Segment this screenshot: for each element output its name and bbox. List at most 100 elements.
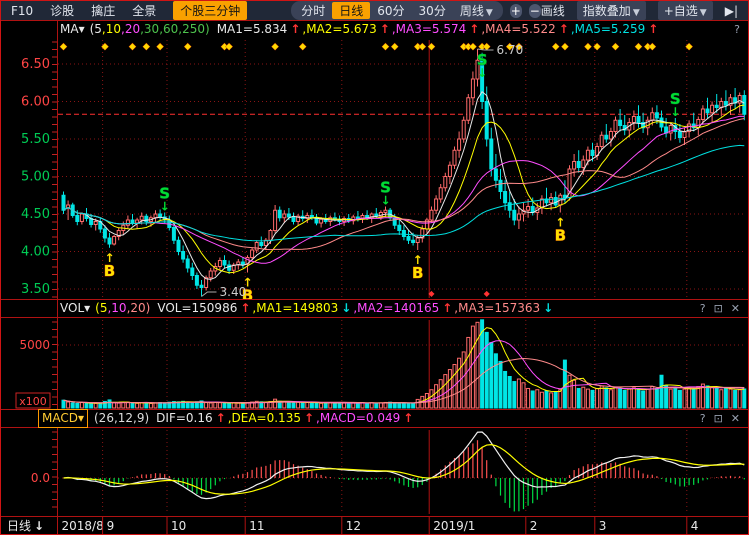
- macd-axis-label: 0.0: [31, 471, 50, 485]
- date-axis-label: 2018/8: [62, 519, 104, 533]
- event-diamond-icon[interactable]: ◆: [552, 42, 559, 52]
- event-diamond-icon[interactable]: ◆: [594, 42, 601, 52]
- maximize-icon[interactable]: ⊡: [714, 410, 723, 427]
- date-axis-label: 4: [691, 519, 699, 533]
- event-diamond-icon[interactable]: ◆: [428, 42, 435, 52]
- f10-button[interactable]: F10: [11, 4, 33, 18]
- collapse-panel-icon[interactable]: ▶|: [725, 4, 738, 18]
- period-tabs: 分时 日线 60分 30分 周线▼: [291, 1, 503, 20]
- close-icon[interactable]: ✕: [731, 410, 740, 427]
- time-axis-bar: 日线↓2018/891011122019/1234: [1, 517, 748, 534]
- buy-marker: B: [104, 262, 115, 280]
- up-arrow-icon: ↑: [240, 300, 250, 317]
- candlestick-series: [62, 49, 746, 297]
- tab-daily[interactable]: 日线: [332, 2, 370, 19]
- help-icon[interactable]: ?: [734, 21, 740, 38]
- macd-histogram: [64, 440, 745, 511]
- event-diamond-icon[interactable]: ◆: [391, 42, 398, 52]
- event-diamond-icon[interactable]: ◆: [101, 42, 108, 52]
- ma-indicator-header-param: ,250): [178, 22, 209, 36]
- volume-unit-label: x100: [19, 395, 47, 408]
- date-axis-label: 2019/1: [433, 519, 475, 533]
- panorama-button[interactable]: 全景: [132, 2, 156, 19]
- draw-line-button[interactable]: 画线: [541, 2, 565, 19]
- ma-indicator-header-dropdown[interactable]: MA▾: [60, 21, 85, 38]
- event-diamond-icon[interactable]: ◆: [561, 42, 568, 52]
- macd-dif-line: [64, 432, 745, 499]
- price-axis-label: 5.00: [21, 170, 50, 185]
- help-icon[interactable]: ?: [700, 410, 706, 427]
- event-diamond-icon[interactable]: ◆: [649, 42, 656, 52]
- index-overlay-dropdown[interactable]: 指数叠加▼: [577, 1, 646, 20]
- tab-weekly[interactable]: 周线▼: [453, 2, 500, 19]
- event-diamond-icon[interactable]: ◆: [686, 42, 693, 52]
- zoom-in-button[interactable]: +: [510, 4, 522, 18]
- event-diamond-icon[interactable]: ◆: [272, 42, 279, 52]
- price-axis-label: 3.50: [21, 282, 50, 297]
- down-arrow-icon: ↓: [34, 519, 44, 533]
- hunt-maker-button[interactable]: 擒庄: [91, 2, 115, 19]
- chart-canvas[interactable]: 6.506.005.505.004.504.003.5050000.0x100↑…: [0, 0, 749, 535]
- up-arrow-icon: ↑: [559, 21, 569, 38]
- tab-60min[interactable]: 60分: [370, 2, 411, 19]
- grid-lines: [52, 40, 746, 514]
- ma-indicator-header-icons: ?: [734, 21, 740, 38]
- maximize-icon[interactable]: ⊡: [714, 300, 723, 317]
- date-axis-label: 9: [107, 519, 115, 533]
- event-diamond-icon[interactable]: ◆: [299, 42, 306, 52]
- event-diamond-icon[interactable]: ◆: [157, 42, 164, 52]
- vol-indicator-header-dropdown[interactable]: VOL▾: [60, 300, 90, 317]
- event-diamond-icon[interactable]: ◆: [419, 42, 426, 52]
- ma-indicator-header-value: MA1=5.834: [217, 21, 288, 38]
- stock-3min-button[interactable]: 个股三分钟: [173, 1, 247, 20]
- vol-indicator-header-param: ,20): [127, 301, 151, 315]
- diagnose-stock-button[interactable]: 诊股: [50, 2, 74, 19]
- zoom-out-button[interactable]: −: [529, 4, 541, 18]
- event-diamond-icon[interactable]: ◆: [184, 42, 191, 52]
- volume-bars: [62, 320, 746, 408]
- date-axis-label: 3: [599, 519, 607, 533]
- event-diamond-icon[interactable]: ◆: [635, 42, 642, 52]
- high-price-label: 6.70: [497, 43, 524, 57]
- event-diamond-icon[interactable]: ◆: [382, 42, 389, 52]
- vol-indicator-header-value: ,MA3=157363: [454, 300, 540, 317]
- macd-indicator-header: MACD▾(26,12,9)DIF=0.16↑,DEA=0.135↑,MACD=…: [38, 410, 748, 427]
- macd-indicator-header-value: ,DEA=0.135: [228, 410, 301, 427]
- date-axis-label: 10: [171, 519, 186, 533]
- price-axis-label: 6.00: [21, 95, 50, 110]
- event-diamond-icon[interactable]: ◆: [469, 42, 476, 52]
- toolbar: F10 诊股 擒庄 全景 个股三分钟 分时 日线 60分 30分 周线▼ + −…: [1, 1, 748, 20]
- price-axis-label: 6.50: [21, 57, 50, 72]
- vol-indicator-header-param: (5: [95, 301, 107, 315]
- buy-marker: B: [412, 264, 423, 282]
- ma-indicator-header-value: ,MA5=5.259: [571, 21, 645, 38]
- date-axis-label: 11: [249, 519, 264, 533]
- trade-signal-markers: ↑BS↓↑BS↓↑BS↓↑BS↓: [104, 51, 681, 305]
- tab-weekly-label: 周线: [460, 4, 484, 18]
- stock-chart-window: F10 诊股 擒庄 全景 个股三分钟 分时 日线 60分 30分 周线▼ + −…: [0, 0, 749, 535]
- macd-indicator-header-dropdown[interactable]: MACD▾: [38, 409, 88, 428]
- close-icon[interactable]: ✕: [731, 300, 740, 317]
- date-axis-label: 12: [346, 519, 361, 533]
- tab-intraday[interactable]: 分时: [294, 2, 332, 19]
- event-diamond-icon[interactable]: ◆: [584, 42, 591, 52]
- alert-diamond-icon[interactable]: ◆: [428, 289, 435, 298]
- event-diamond-icon[interactable]: ◆: [612, 42, 619, 52]
- help-icon[interactable]: ?: [700, 300, 706, 317]
- add-watchlist-dropdown[interactable]: +自选▼: [658, 1, 713, 20]
- down-arrow-icon: ↓: [543, 300, 553, 317]
- ma-indicator-header-value: ,MA2=5.673: [302, 21, 376, 38]
- up-arrow-icon: ↑: [469, 21, 479, 38]
- event-diamond-icon[interactable]: ◆: [60, 42, 67, 52]
- event-diamond-icon[interactable]: ◆: [143, 42, 150, 52]
- period-indicator[interactable]: 日线: [7, 519, 31, 533]
- tab-30min[interactable]: 30分: [412, 2, 453, 19]
- event-diamond-icon[interactable]: ◆: [226, 42, 233, 52]
- index-overlay-label: 指数叠加: [583, 4, 631, 18]
- ma-indicator-header-param: (5: [90, 22, 102, 36]
- buy-marker: B: [555, 227, 566, 245]
- sell-arrow-icon: ↓: [670, 105, 680, 119]
- event-diamond-icon[interactable]: ◆: [129, 42, 136, 52]
- alert-diamond-icon[interactable]: ◆: [484, 289, 491, 298]
- up-arrow-icon: ↑: [442, 300, 452, 317]
